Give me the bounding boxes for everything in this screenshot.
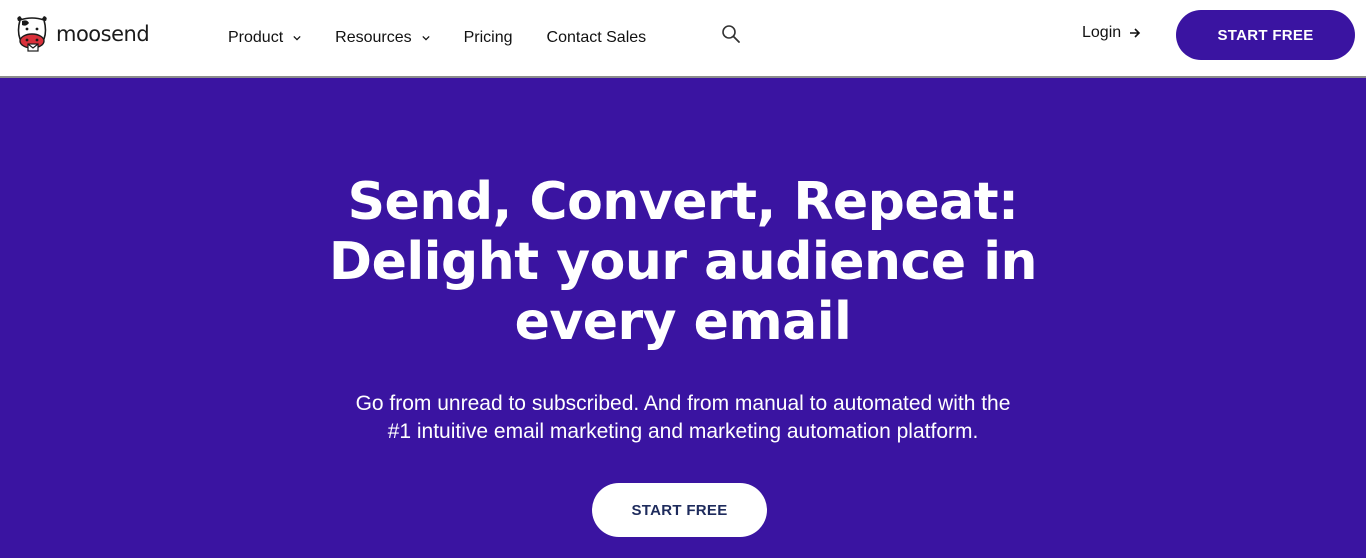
hero-subtitle-line: #1 intuitive email marketing and marketi… — [387, 420, 979, 443]
chevron-down-icon — [422, 35, 430, 41]
nav-contact-sales[interactable]: Contact Sales — [547, 29, 647, 47]
login-link[interactable]: Login — [1082, 24, 1141, 42]
hero-title-line: every email — [514, 292, 852, 352]
nav-resources[interactable]: Resources — [335, 29, 430, 47]
logo[interactable]: moosend — [14, 15, 150, 53]
main-nav: Product Resources Pricing Contact Sales — [228, 0, 680, 76]
hero-title-line: Send, Convert, Repeat: — [347, 172, 1019, 232]
login-label: Login — [1082, 24, 1122, 41]
nav-product[interactable]: Product — [228, 29, 301, 47]
logo-text: moosend — [56, 22, 150, 46]
start-free-button[interactable]: START FREE — [1176, 10, 1355, 60]
chevron-down-icon — [293, 35, 301, 41]
hero-title-line: Delight your audience in — [328, 232, 1038, 292]
search-icon[interactable] — [721, 24, 741, 44]
nav-contact-sales-label: Contact Sales — [546, 29, 647, 46]
nav-resources-label: Resources — [335, 29, 412, 46]
nav-pricing-label: Pricing — [463, 29, 513, 46]
hero-section: Send, Convert, Repeat: Delight your audi… — [0, 80, 1366, 558]
cow-logo-icon — [17, 16, 47, 52]
site-header: moosend Product Resources Pricing Contac… — [0, 0, 1366, 78]
nav-pricing[interactable]: Pricing — [464, 29, 513, 47]
hero-subtitle: Go from unread to subscribed. And from m… — [283, 390, 1083, 446]
hero-title: Send, Convert, Repeat: Delight your audi… — [283, 172, 1083, 352]
nav-product-label: Product — [228, 29, 284, 46]
hero-start-free-button[interactable]: START FREE — [592, 483, 767, 537]
arrow-right-icon — [1130, 28, 1141, 38]
hero-subtitle-line: Go from unread to subscribed. And from m… — [355, 392, 1011, 415]
